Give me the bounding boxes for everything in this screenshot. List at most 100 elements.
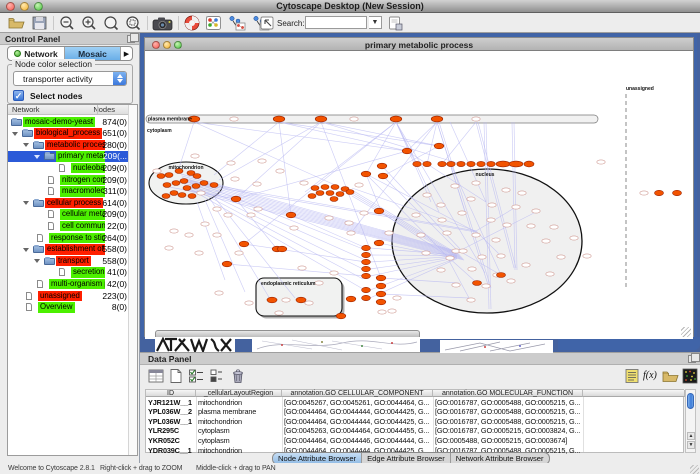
network-edge[interactable] [179, 122, 194, 168]
node-label-oval[interactable] [201, 222, 209, 226]
expand-arrow-icon[interactable] [23, 201, 29, 205]
network-window-titlebar[interactable]: primary metabolic process [145, 38, 693, 51]
network-node[interactable] [321, 185, 329, 190]
node-label-oval[interactable] [472, 181, 480, 185]
network-node[interactable] [362, 252, 371, 257]
node-label-oval[interactable] [378, 310, 386, 314]
new-attribute-icon[interactable] [168, 368, 184, 384]
open-file-icon[interactable] [8, 15, 25, 31]
node-label-oval[interactable] [325, 216, 333, 220]
network-node[interactable] [222, 261, 232, 267]
table-cell[interactable]: [GO:0005488, GO:0005215, GO:0003674] [435, 436, 582, 446]
node-label-oval[interactable] [330, 271, 338, 275]
network-node[interactable] [362, 266, 371, 271]
table-scrollbar-thumb[interactable] [687, 393, 694, 409]
network-node[interactable] [362, 273, 371, 278]
select-attributes-icon[interactable] [188, 368, 204, 384]
node-label-oval[interactable] [522, 263, 530, 267]
table-cell[interactable]: cytoplasm [198, 436, 281, 446]
network-node[interactable] [200, 181, 208, 186]
data-panel-float-icon[interactable] [688, 355, 696, 363]
table-cell[interactable]: [GO:0016787, GO:0005488, GO:0005215, G..… [435, 407, 582, 417]
help-icon[interactable] [184, 15, 201, 31]
network-edge[interactable] [279, 122, 439, 146]
node-label-oval[interactable] [597, 160, 605, 164]
network-node[interactable] [431, 116, 443, 122]
network-canvas[interactable]: plasma membranecytoplasmmitochondrionnuc… [145, 52, 693, 339]
network-node[interactable] [296, 297, 306, 303]
table-cell[interactable]: [GO:0044464, GO:0044444, GO:0044425, G..… [284, 417, 432, 427]
network-node[interactable] [192, 184, 200, 189]
network-node[interactable] [374, 240, 384, 246]
expand-arrow-icon[interactable] [12, 132, 18, 136]
table-cell[interactable]: plasma membrane [198, 407, 281, 417]
tree-scrollbar[interactable] [128, 105, 137, 455]
network-node[interactable] [377, 163, 387, 169]
network-node[interactable] [402, 148, 412, 154]
network-node[interactable] [362, 287, 371, 292]
node-label-oval[interactable] [446, 256, 454, 260]
unselect-attributes-icon[interactable] [208, 368, 224, 384]
scroll-down-button[interactable]: ▼ [687, 441, 695, 449]
network-node[interactable] [477, 161, 485, 166]
attribute-legend-icon[interactable] [624, 368, 640, 384]
node-label-oval[interactable] [213, 233, 221, 237]
import-attributes-icon[interactable] [662, 368, 678, 384]
node-label-oval[interactable] [170, 229, 178, 233]
network-node[interactable] [210, 183, 218, 188]
network-node[interactable] [231, 196, 241, 202]
table-cell[interactable]: YPL036W__2 [148, 407, 195, 417]
node-label-oval[interactable] [532, 209, 540, 213]
zoom-fit-icon[interactable] [103, 15, 120, 31]
network-tree-header[interactable]: Network Nodes [8, 105, 137, 115]
network-node[interactable] [434, 143, 444, 149]
network-node[interactable] [331, 185, 339, 190]
table-cell[interactable]: [GO:0045267, GO:0045261, GO:0044464, G..… [284, 398, 432, 408]
node-label-oval[interactable] [487, 218, 495, 222]
tree-row[interactable]: cellular metabo209(0) [8, 209, 129, 221]
network-node[interactable] [163, 183, 171, 188]
node-label-oval[interactable] [583, 254, 591, 258]
function-builder-icon[interactable]: f(x) [643, 368, 659, 384]
tree-row[interactable]: nitrogen compo209(0) [8, 174, 129, 186]
network-node[interactable] [413, 161, 421, 166]
app-resize-grip[interactable] [690, 465, 699, 474]
node-label-oval[interactable] [437, 268, 445, 272]
save-search-icon[interactable] [387, 15, 404, 31]
network-node[interactable] [655, 190, 664, 195]
node-label-oval[interactable] [347, 231, 355, 235]
network-node[interactable] [188, 194, 196, 199]
network-node[interactable] [326, 191, 334, 196]
node-label-oval[interactable] [437, 203, 445, 207]
node-label-oval[interactable] [512, 205, 520, 209]
network-node[interactable] [487, 161, 495, 166]
node-label-oval[interactable] [412, 213, 420, 217]
network-node[interactable] [346, 296, 356, 302]
table-cell[interactable]: YDR039C__1 [148, 446, 195, 456]
network-node[interactable] [157, 174, 165, 179]
scroll-up-button[interactable]: ▲ [687, 432, 695, 440]
node-label-oval[interactable] [385, 231, 393, 235]
node-label-oval[interactable] [492, 238, 500, 242]
network-node[interactable] [509, 161, 523, 167]
table-cell[interactable]: [GO:0016787, GO:0005215, GO:0003824, G..… [435, 426, 582, 436]
background-window-overview[interactable] [155, 337, 235, 352]
network-node[interactable] [376, 275, 386, 281]
network-node[interactable] [376, 299, 386, 305]
network-node[interactable] [457, 161, 465, 166]
node-label-oval[interactable] [443, 231, 451, 235]
node-label-oval[interactable] [290, 226, 298, 230]
node-label-oval[interactable] [467, 197, 475, 201]
attribute-select-icon[interactable] [148, 368, 164, 384]
node-label-oval[interactable] [478, 255, 486, 259]
background-window-strip-2[interactable] [440, 340, 553, 353]
node-label-oval[interactable] [507, 279, 515, 283]
network-node[interactable] [316, 191, 324, 196]
node-label-oval[interactable] [423, 193, 431, 197]
tree-row[interactable]: cell communicat22(0) [8, 220, 129, 232]
network-node[interactable] [286, 212, 296, 218]
node-label-oval[interactable] [165, 246, 173, 250]
table-column-header[interactable]: ID [146, 390, 196, 397]
network-node[interactable] [361, 171, 371, 177]
node-label-oval[interactable] [300, 181, 308, 185]
